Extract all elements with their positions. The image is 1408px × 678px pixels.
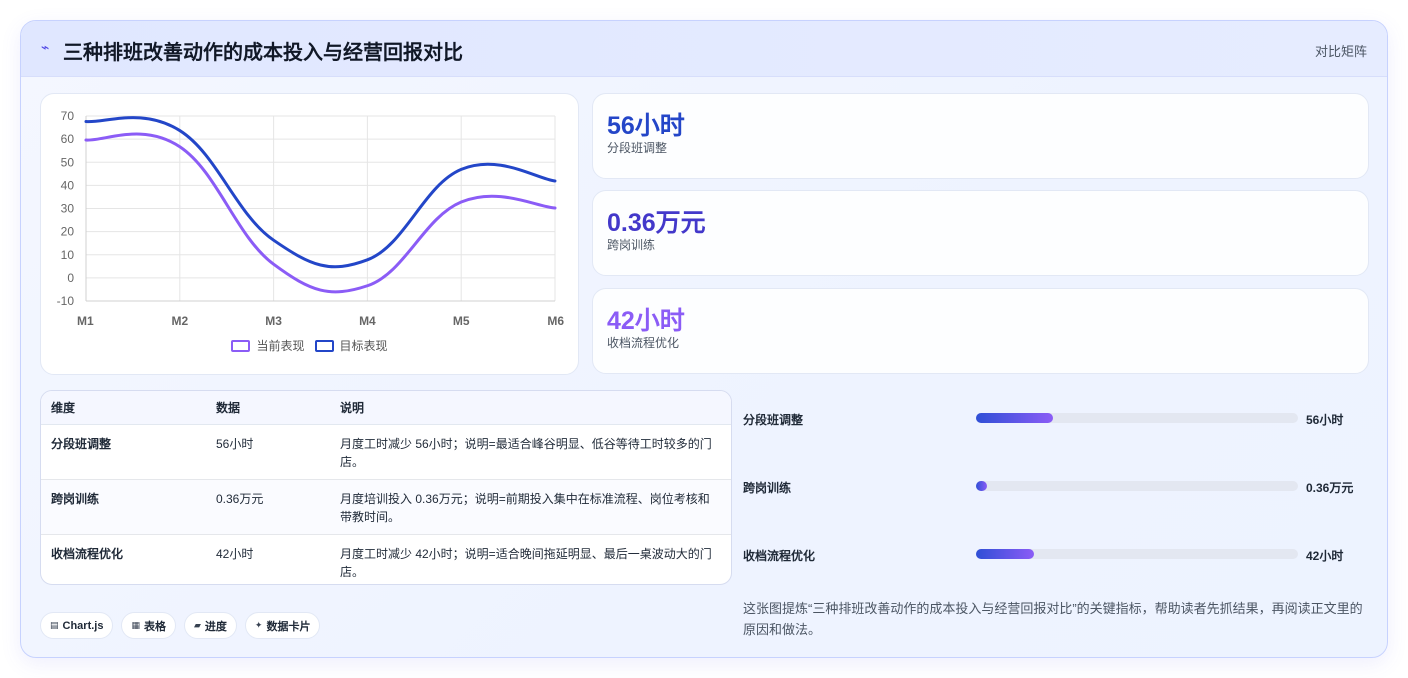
table-header-cell: 数据: [206, 391, 330, 425]
series-line-target: [84, 116, 557, 269]
progress-row: 收档流程优化 42小时: [743, 545, 1373, 565]
table-cell: 跨岗训练: [41, 479, 206, 535]
stat-label: 收档流程优化: [607, 336, 680, 350]
table-header-row: 维度 数据 说明: [41, 391, 731, 425]
line-chart-panel: 70 60 50 40 30 20 10 0 -10 M1 M2 M3 M4 M5 M6 当前表现 目标表现: [40, 93, 579, 375]
table-row: 收档流程优化 42小时 月度工时减少 42小时；说明=适合晚间拖延明显、最后一桌…: [41, 534, 731, 584]
progress-track: [976, 413, 1298, 423]
progress-icon: ▰: [194, 620, 201, 630]
legend-swatch-current: [231, 339, 251, 352]
x-tick-label: M1: [77, 314, 94, 328]
table-cell: 56小时: [206, 424, 330, 480]
y-tick-label: 40: [61, 178, 75, 192]
stat-value: 42小时: [607, 307, 685, 335]
stat-value: 0.36万元: [607, 209, 706, 237]
progress-label: 分段班调整: [743, 413, 804, 427]
table-cell: 42小时: [216, 546, 254, 561]
chip-label: 进度: [204, 620, 227, 633]
chip-progress[interactable]: ▰ 进度: [184, 612, 237, 639]
table-cell: 月度工时减少 56小时；说明=最适合峰谷明显、低谷等待工时较多的门店。: [330, 424, 731, 480]
stat-label: 分段班调整: [607, 141, 668, 155]
table-header-cell: 说明: [330, 391, 731, 425]
header-tag: 对比矩阵: [1314, 44, 1367, 59]
legend-item-current[interactable]: 当前表现: [231, 337, 305, 354]
progress-value: 56小时: [1306, 413, 1344, 427]
data-table-panel: 维度 数据 说明 分段班调整 56小时 月度工时减少 56小时；说明=最适合峰谷…: [40, 390, 732, 585]
stat-card-training: 0.36万元 跨岗训练: [592, 190, 1369, 276]
y-tick-label: -10: [57, 294, 75, 308]
legend-swatch-target: [314, 339, 334, 352]
chip-label: Chart.js: [62, 619, 104, 632]
chip-data-card[interactable]: ✦ 数据卡片: [244, 612, 321, 639]
stat-card-shift: 56小时 分段班调整: [592, 93, 1369, 179]
series-line-current: [84, 132, 557, 294]
x-tick-label: M4: [359, 314, 376, 328]
table-cell: 0.36万元: [206, 479, 330, 535]
lightning-icon: ⌁: [41, 39, 50, 55]
progress-track: [976, 549, 1298, 559]
table-row: 跨岗训练 0.36万元 月度培训投入 0.36万元；说明=前期投入集中在标准流程…: [41, 479, 731, 535]
summary-text: 这张图提炼“三种排班改善动作的成本投入与经营回报对比”的关键指标，帮助读者先抓结…: [743, 601, 1363, 637]
chart-legend: 当前表现 目标表现: [41, 337, 578, 354]
x-tick-label: M2: [171, 314, 188, 328]
progress-label: 收档流程优化: [743, 549, 816, 563]
card-title: 三种排班改善动作的成本投入与经营回报对比: [63, 42, 463, 64]
y-tick-label: 0: [67, 271, 74, 285]
table-cell: 收档流程优化: [51, 546, 124, 561]
table-header-cell: 维度: [41, 391, 206, 425]
stat-label: 跨岗训练: [607, 238, 656, 252]
table-cell: 分段班调整: [41, 424, 206, 480]
progress-fill: [976, 413, 1054, 423]
progress-value: 0.36万元: [1306, 481, 1354, 495]
chart-icon: ▤: [50, 620, 59, 630]
y-tick-label: 60: [61, 132, 75, 146]
chip-label: 表格: [144, 620, 166, 633]
legend-item-target[interactable]: 目标表现: [314, 337, 388, 354]
table-row: 分段班调整 56小时 月度工时减少 56小时；说明=最适合峰谷明显、低谷等待工时…: [41, 424, 731, 480]
x-tick-label: M6: [547, 314, 564, 328]
legend-label-current: 当前表现: [256, 339, 305, 353]
sparkle-icon: ✦: [254, 620, 263, 630]
table-cell: 月度工时减少 42小时；说明=适合晚间拖延明显、最后一桌波动大的门店。: [340, 546, 712, 579]
progress-row: 分段班调整 56小时: [743, 409, 1373, 429]
x-tick-label: M3: [265, 314, 282, 328]
tech-chips: ▤ Chart.js ▦ 表格 ▰ 进度 ✦ 数据卡片: [40, 612, 321, 639]
y-tick-label: 70: [61, 109, 75, 123]
chip-chartjs[interactable]: ▤ Chart.js: [40, 612, 114, 639]
legend-label-target: 目标表现: [339, 339, 388, 353]
y-tick-label: 30: [61, 202, 75, 216]
data-table: 维度 数据 说明 分段班调整 56小时 月度工时减少 56小时；说明=最适合峰谷…: [41, 391, 731, 584]
progress-track: [976, 481, 1298, 491]
table-icon: ▦: [131, 620, 140, 630]
x-tick-label: M5: [453, 314, 470, 328]
chip-table[interactable]: ▦ 表格: [121, 612, 176, 639]
progress-fill: [976, 481, 988, 491]
chip-label: 数据卡片: [266, 620, 311, 633]
progress-fill: [976, 549, 1034, 559]
line-chart: 70 60 50 40 30 20 10 0 -10M1 M2 M3 M4 M5 M6: [57, 109, 565, 328]
progress-row: 跨岗训练 0.36万元: [743, 477, 1373, 497]
y-tick-label: 10: [61, 248, 75, 262]
stat-value: 56小时: [607, 112, 685, 140]
table-cell: 月度培训投入 0.36万元；说明=前期投入集中在标准流程、岗位考核和带教时间。: [330, 479, 731, 535]
card-header: ⌁ 三种排班改善动作的成本投入与经营回报对比 对比矩阵: [21, 21, 1387, 77]
comparison-card: ⌁ 三种排班改善动作的成本投入与经营回报对比 对比矩阵 70 60 50 40 30 20…: [20, 20, 1388, 658]
progress-label: 跨岗训练: [743, 481, 792, 495]
y-tick-label: 20: [61, 225, 75, 239]
stat-card-closing: 42小时 收档流程优化: [592, 288, 1369, 374]
progress-value: 42小时: [1306, 549, 1344, 563]
y-tick-label: 50: [61, 155, 75, 169]
